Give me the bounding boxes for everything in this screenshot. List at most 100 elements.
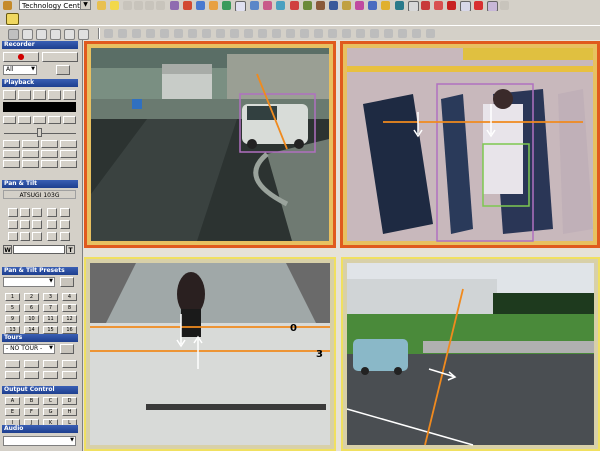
playback-button[interactable] — [22, 140, 39, 148]
recorder-filter-select[interactable]: All ▼ — [3, 65, 37, 75]
preset-button[interactable]: 3 — [43, 293, 58, 301]
clip-icon[interactable] — [63, 90, 76, 100]
tool-icon[interactable] — [447, 1, 456, 10]
tool-icon[interactable] — [421, 1, 430, 10]
tool-icon[interactable] — [22, 29, 33, 40]
tool-icon[interactable] — [78, 29, 89, 40]
audio-select[interactable]: ▼ — [3, 436, 76, 446]
tool-icon[interactable] — [384, 29, 393, 38]
pan-up-left-button[interactable] — [8, 208, 18, 217]
tool-icon[interactable] — [286, 29, 295, 38]
tool-icon[interactable] — [290, 1, 299, 10]
folder-icon[interactable] — [97, 1, 106, 10]
camera-tile-4[interactable] — [341, 257, 600, 451]
tool-icon[interactable] — [381, 1, 390, 10]
output-button[interactable]: G — [43, 408, 58, 416]
tool-icon[interactable] — [160, 29, 169, 38]
folder-icon[interactable] — [18, 90, 31, 100]
tool-icon[interactable] — [316, 1, 325, 10]
iris-button[interactable] — [60, 232, 70, 241]
chevron-down-icon[interactable]: ▼ — [80, 1, 90, 9]
tool-icon[interactable] — [276, 1, 285, 10]
tool-icon[interactable] — [426, 29, 435, 38]
focus-near-button[interactable] — [47, 208, 57, 217]
tool-icon[interactable] — [216, 29, 225, 38]
pan-right-button[interactable] — [32, 220, 42, 229]
camera-tile-1[interactable] — [84, 41, 336, 248]
tool-icon[interactable] — [272, 29, 281, 38]
preset-button[interactable]: 6 — [24, 304, 39, 312]
step-forward-button[interactable] — [48, 116, 61, 124]
tour-select[interactable]: - NO TOUR - ▼ — [3, 344, 55, 354]
tool-icon[interactable] — [132, 29, 141, 38]
skip-start-button[interactable] — [3, 116, 16, 124]
output-button[interactable]: E — [5, 408, 20, 416]
preset-button[interactable]: 10 — [24, 315, 39, 323]
tool-icon[interactable] — [356, 29, 365, 38]
tool-icon[interactable] — [209, 1, 218, 10]
tour-tools-icon[interactable] — [60, 344, 74, 354]
playback-button[interactable] — [3, 150, 20, 158]
tool-icon[interactable] — [263, 1, 272, 10]
output-button[interactable]: C — [43, 397, 58, 405]
tool-icon[interactable] — [395, 1, 404, 10]
layout-icon[interactable] — [6, 13, 19, 25]
tour-button[interactable] — [24, 371, 39, 379]
preset-button[interactable]: 4 — [62, 293, 77, 301]
record-icon[interactable] — [434, 1, 443, 10]
tool-icon[interactable] — [368, 1, 377, 10]
output-button[interactable]: H — [62, 408, 77, 416]
camera-tile-2[interactable] — [340, 41, 600, 248]
tour-button[interactable] — [62, 360, 77, 368]
step-back-button[interactable] — [18, 116, 31, 124]
playback-button[interactable] — [41, 140, 58, 148]
tour-button[interactable] — [62, 371, 77, 379]
tool-icon[interactable] — [244, 29, 253, 38]
tool-icon[interactable] — [196, 1, 205, 10]
preset-button[interactable]: 7 — [43, 304, 58, 312]
tool-icon[interactable] — [188, 29, 197, 38]
pan-up-right-button[interactable] — [32, 208, 42, 217]
preset-button[interactable]: 1 — [5, 293, 20, 301]
preset-button[interactable]: 8 — [62, 304, 77, 312]
camera-tile-3[interactable]: 0 3 — [84, 257, 336, 451]
playback-button[interactable] — [22, 150, 39, 158]
pan-down-button[interactable] — [20, 232, 30, 241]
tool-icon[interactable] — [250, 1, 259, 10]
tool-icon[interactable] — [104, 29, 113, 38]
tool-icon[interactable] — [222, 1, 231, 10]
pause-button[interactable] — [33, 116, 46, 124]
tool-icon[interactable] — [64, 29, 75, 40]
site-selector[interactable]: Technology Center 1 ▼ — [19, 0, 91, 20]
preset-select[interactable]: ▼ — [3, 277, 55, 287]
tool-icon[interactable] — [50, 29, 61, 40]
tool-icon[interactable] — [118, 29, 127, 38]
pan-down-right-button[interactable] — [32, 232, 42, 241]
zoom-slider[interactable] — [13, 245, 65, 254]
pan-left-button[interactable] — [8, 220, 18, 229]
preset-tools-icon[interactable] — [60, 277, 74, 287]
pan-up-button[interactable] — [20, 208, 30, 217]
tool-icon[interactable] — [370, 29, 379, 38]
settings-tool-icon[interactable] — [3, 1, 12, 10]
tool-icon[interactable] — [174, 29, 183, 38]
focus-far-button[interactable] — [47, 232, 57, 241]
record-button[interactable]: ● — [3, 52, 39, 62]
zoom-out-icon[interactable] — [60, 220, 70, 229]
preset-button[interactable]: 5 — [5, 304, 20, 312]
tool-icon[interactable] — [303, 1, 312, 10]
tool-icon[interactable] — [146, 29, 155, 38]
slider-thumb[interactable] — [37, 128, 42, 137]
tool-icon[interactable] — [258, 29, 267, 38]
zoom-in-icon[interactable] — [60, 208, 70, 217]
tool-icon[interactable] — [342, 29, 351, 38]
tool-icon[interactable] — [342, 1, 351, 10]
tour-button[interactable] — [43, 371, 58, 379]
pan-down-left-button[interactable] — [8, 232, 18, 241]
refresh-icon[interactable] — [33, 90, 46, 100]
playback-button[interactable] — [60, 150, 77, 158]
tour-button[interactable] — [43, 360, 58, 368]
playback-button[interactable] — [60, 160, 77, 168]
tool-icon[interactable] — [328, 29, 337, 38]
tool-icon[interactable] — [314, 29, 323, 38]
